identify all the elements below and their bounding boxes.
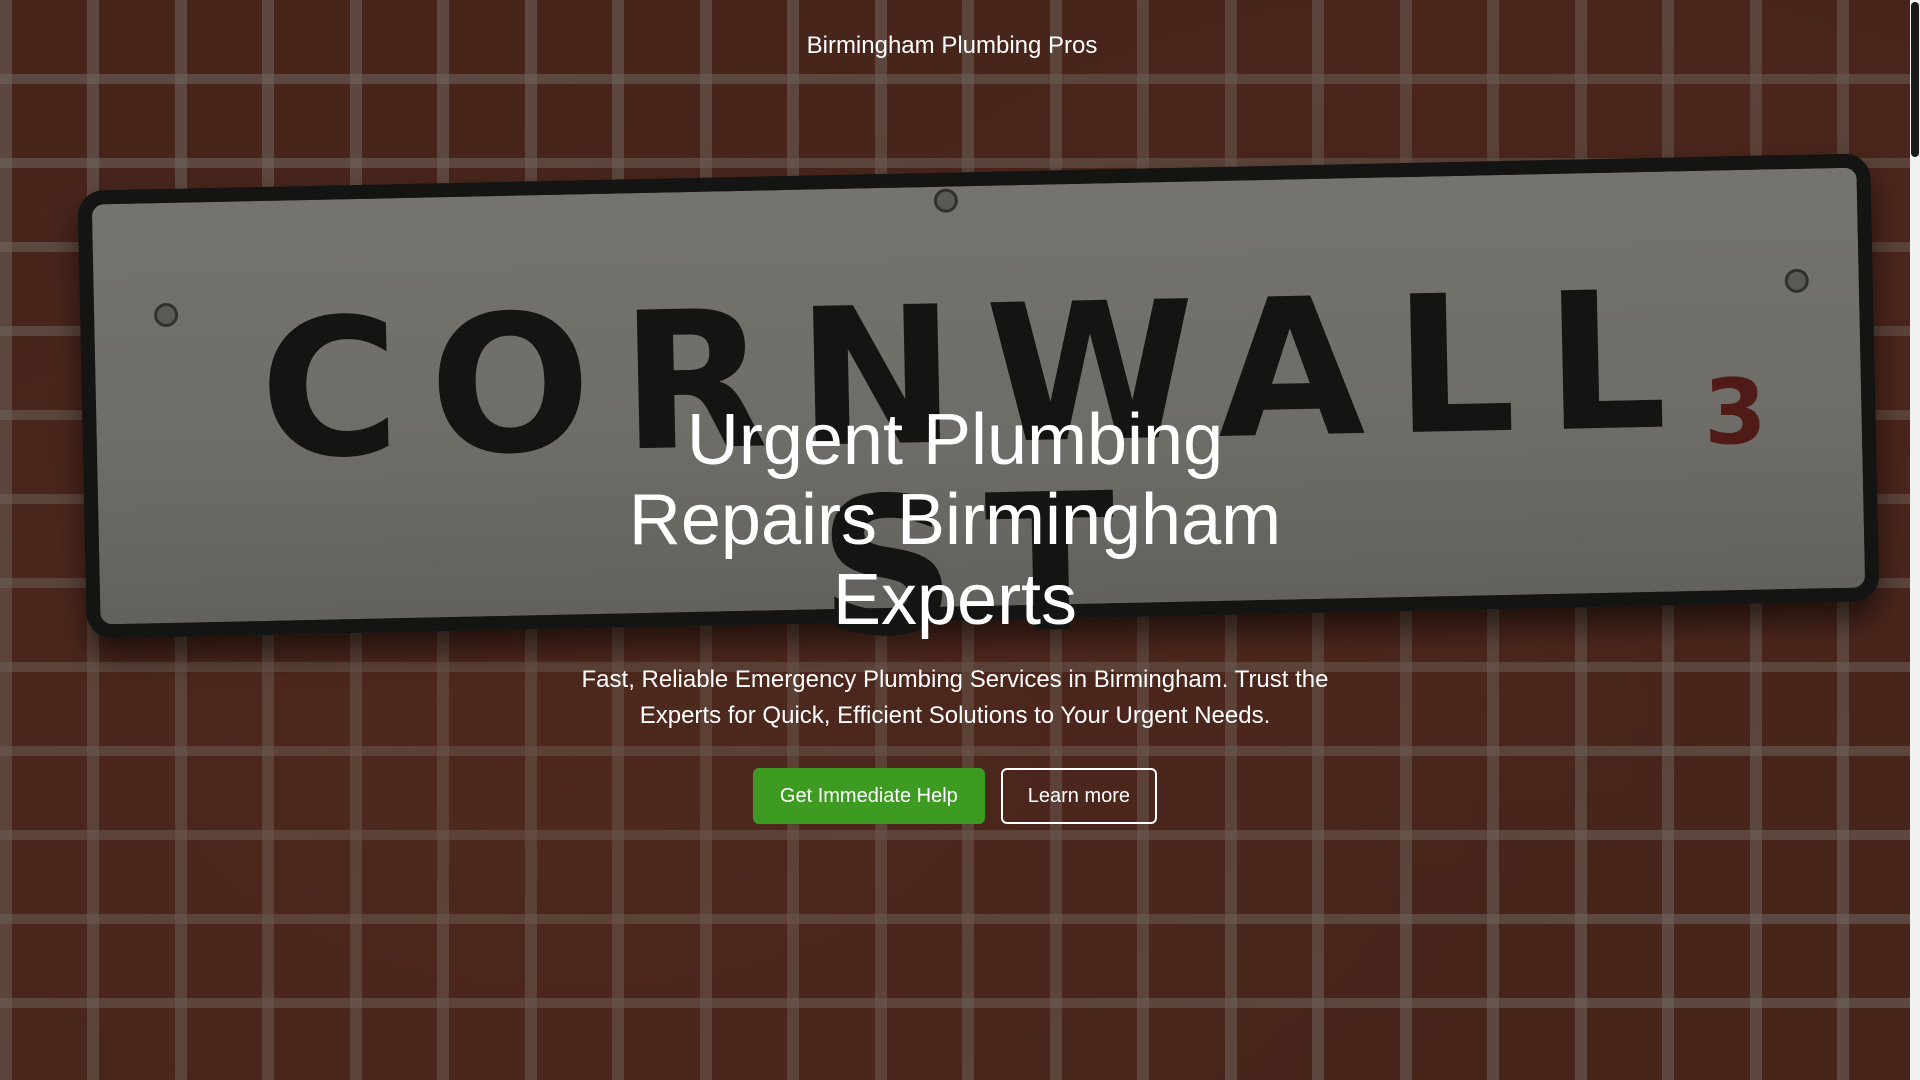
hero-heading: Urgent Plumbing Repairs Birmingham Exper…	[628, 400, 1282, 640]
hero-content: Urgent Plumbing Repairs Birmingham Exper…	[565, 400, 1345, 824]
site-title[interactable]: Birmingham Plumbing Pros	[0, 30, 1904, 62]
scrollbar[interactable]	[1910, 0, 1920, 1080]
page: CORNWALL ST 3 Birmingham Plumbing Pros U…	[0, 0, 1920, 1080]
get-immediate-help-button[interactable]: Get Immediate Help	[752, 768, 985, 824]
scrollbar-thumb[interactable]	[1911, 2, 1919, 157]
hero-subheading: Fast, Reliable Emergency Plumbing Servic…	[581, 666, 1329, 729]
learn-more-button[interactable]: Learn more	[1000, 768, 1158, 824]
hero-actions: Get Immediate Help Learn more	[565, 768, 1345, 824]
